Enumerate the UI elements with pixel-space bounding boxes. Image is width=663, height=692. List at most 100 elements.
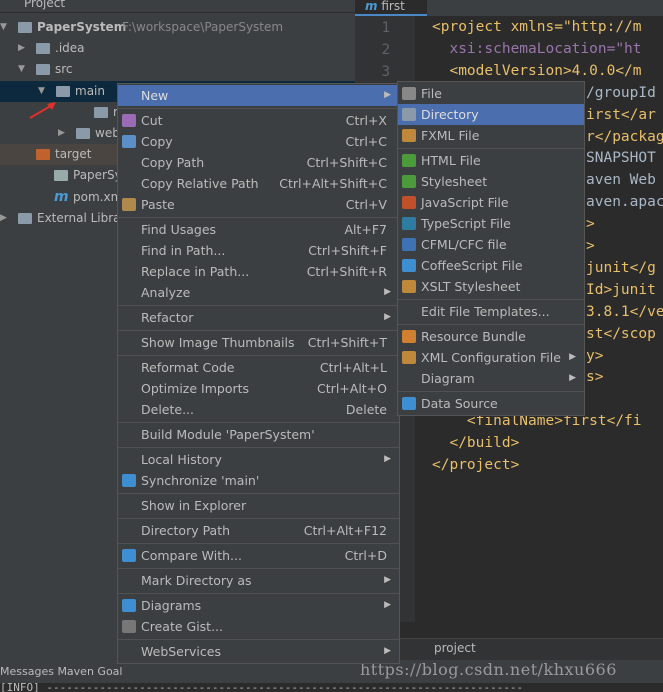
console-output: [INFO] ---------------------------------… bbox=[0, 683, 663, 692]
menu-separator bbox=[118, 492, 399, 494]
code-line: <modelVersion>4.0.0</m bbox=[432, 62, 642, 79]
menu-item-label: Directory Path bbox=[141, 523, 231, 538]
menu-item-copy-relative-path[interactable]: Copy Relative Path Ctrl+Alt+Shift+C bbox=[118, 173, 399, 194]
menu-item-file[interactable]: File bbox=[398, 83, 584, 104]
line-number: 1 bbox=[381, 20, 390, 36]
menu-item-compare-with[interactable]: Compare With... Ctrl+D bbox=[118, 545, 399, 566]
menu-item-show-image-thumbnails[interactable]: Show Image Thumbnails Ctrl+Shift+T bbox=[118, 332, 399, 353]
expand-arrow-icon[interactable]: ▼ bbox=[0, 17, 7, 38]
tree-node-label: External Librar bbox=[37, 210, 126, 225]
menu-item-label: Copy Relative Path bbox=[141, 176, 259, 191]
menu-item-local-history[interactable]: Local History ▶ bbox=[118, 449, 399, 470]
menu-item-resource-bundle[interactable]: Resource Bundle bbox=[398, 326, 584, 347]
expand-arrow-icon[interactable]: ▼ bbox=[38, 81, 45, 102]
menu-item-paste[interactable]: Paste Ctrl+V bbox=[118, 194, 399, 215]
menu-item-edit-file-templates[interactable]: Edit File Templates... bbox=[398, 301, 584, 322]
resources-folder-icon bbox=[94, 106, 108, 118]
menu-item-fxml-file[interactable]: FXML File bbox=[398, 125, 584, 146]
code-line: <project xmlns="http://m bbox=[432, 19, 642, 35]
menu-item-analyze[interactable]: Analyze ▶ bbox=[118, 282, 399, 303]
menu-item-label: Compare With... bbox=[141, 548, 242, 563]
code-line: irst</ar bbox=[586, 106, 656, 123]
breadcrumb-project[interactable]: project bbox=[434, 641, 476, 655]
menu-item-refactor[interactable]: Refactor ▶ bbox=[118, 307, 399, 328]
menu-item-typescript-file[interactable]: TypeScript File bbox=[398, 213, 584, 234]
menu-item-delete[interactable]: Delete... Delete bbox=[118, 399, 399, 420]
menu-item-label: Paste bbox=[141, 197, 175, 212]
tree-node-src[interactable]: ▼ src bbox=[0, 59, 355, 80]
menu-item-html-file[interactable]: HTML File bbox=[398, 150, 584, 171]
expand-arrow-icon[interactable]: ▼ bbox=[18, 59, 25, 80]
xslt-file-icon bbox=[402, 280, 416, 293]
shortcut-label: Ctrl+C bbox=[345, 134, 387, 149]
menu-item-cfml-cfc-file[interactable]: CFML/CFC file bbox=[398, 234, 584, 255]
menu-item-diagram[interactable]: Diagram ▶ bbox=[398, 368, 584, 389]
menu-item-webservices[interactable]: WebServices ▶ bbox=[118, 641, 399, 662]
libraries-icon bbox=[18, 212, 32, 224]
code-line: </project> bbox=[432, 457, 520, 473]
menu-item-show-in-explorer[interactable]: Show in Explorer bbox=[118, 495, 399, 516]
menu-item-coffeescript-file[interactable]: CoffeeScript File bbox=[398, 255, 584, 276]
tree-node-papersystem[interactable]: ▼ PaperSystem F:\workspace\PaperSystem bbox=[0, 17, 355, 38]
menu-separator bbox=[398, 390, 584, 392]
menu-item-mark-directory-as[interactable]: Mark Directory as ▶ bbox=[118, 570, 399, 591]
menu-item-label: Delete... bbox=[141, 402, 194, 417]
menu-item-label: Directory bbox=[421, 107, 479, 122]
menu-item-label: Mark Directory as bbox=[141, 573, 252, 588]
diagram-icon bbox=[122, 599, 136, 612]
menu-item-synchronize-main[interactable]: Synchronize 'main' bbox=[118, 470, 399, 491]
menu-item-label: Build Module 'PaperSystem' bbox=[141, 427, 315, 442]
menu-item-directory[interactable]: Directory bbox=[398, 104, 584, 125]
menu-item-label: Show Image Thumbnails bbox=[141, 335, 295, 350]
menu-item-find-in-path[interactable]: Find in Path... Ctrl+Shift+F bbox=[118, 240, 399, 261]
menu-item-diagrams[interactable]: Diagrams ▶ bbox=[118, 595, 399, 616]
menu-item-new[interactable]: New ▶ bbox=[118, 85, 399, 106]
menu-separator bbox=[398, 298, 584, 300]
menu-item-directory-path[interactable]: Directory Path Ctrl+Alt+F12 bbox=[118, 520, 399, 541]
menu-item-label: JavaScript File bbox=[421, 195, 509, 210]
tree-node--idea[interactable]: ▶ .idea bbox=[0, 38, 355, 59]
menu-item-label: HTML File bbox=[421, 153, 481, 168]
menu-item-copy-path[interactable]: Copy Path Ctrl+Shift+C bbox=[118, 152, 399, 173]
menu-separator bbox=[118, 517, 399, 519]
shortcut-label: Ctrl+Shift+C bbox=[306, 155, 387, 170]
menu-separator bbox=[118, 421, 399, 423]
github-icon bbox=[122, 620, 136, 633]
code-line: y> bbox=[586, 347, 604, 364]
resource-bundle-icon bbox=[402, 330, 416, 343]
chevron-right-icon: ▶ bbox=[384, 287, 391, 297]
menu-item-optimize-imports[interactable]: Optimize Imports Ctrl+Alt+O bbox=[118, 378, 399, 399]
menu-item-cut[interactable]: Cut Ctrl+X bbox=[118, 110, 399, 131]
sync-icon bbox=[122, 474, 136, 487]
tool-window-tabs[interactable]: Messages Maven Goal bbox=[0, 665, 122, 678]
menu-item-find-usages[interactable]: Find Usages Alt+F7 bbox=[118, 219, 399, 240]
menu-item-stylesheet[interactable]: Stylesheet bbox=[398, 171, 584, 192]
chevron-right-icon: ▶ bbox=[384, 312, 391, 322]
menu-item-replace-in-path[interactable]: Replace in Path... Ctrl+Shift+R bbox=[118, 261, 399, 282]
menu-item-create-gist[interactable]: Create Gist... bbox=[118, 616, 399, 637]
menu-item-label: Synchronize 'main' bbox=[141, 473, 260, 488]
code-line: st</scop bbox=[586, 325, 656, 342]
editor-breadcrumb[interactable]: project bbox=[355, 638, 663, 660]
menu-item-xslt-stylesheet[interactable]: XSLT Stylesheet bbox=[398, 276, 584, 297]
menu-item-data-source[interactable]: Data Source bbox=[398, 393, 584, 414]
menu-item-xml-configuration-file[interactable]: XML Configuration File ▶ bbox=[398, 347, 584, 368]
menu-item-label: FXML File bbox=[421, 128, 480, 143]
menu-item-reformat-code[interactable]: Reformat Code Ctrl+Alt+L bbox=[118, 357, 399, 378]
collapse-arrow-icon[interactable]: ▶ bbox=[58, 123, 65, 144]
menu-item-label: Copy bbox=[141, 134, 173, 149]
project-panel-header[interactable]: Project bbox=[0, 0, 355, 13]
menu-item-label: CoffeeScript File bbox=[421, 258, 523, 273]
excluded-folder-icon bbox=[36, 149, 50, 161]
cf-file-icon bbox=[402, 238, 416, 251]
collapse-arrow-icon[interactable]: ▶ bbox=[18, 38, 25, 59]
collapse-arrow-icon[interactable]: ▶ bbox=[0, 208, 7, 229]
shortcut-label: Ctrl+Alt+L bbox=[319, 360, 387, 375]
menu-item-build-module-papersystem[interactable]: Build Module 'PaperSystem' bbox=[118, 424, 399, 445]
menu-item-javascript-file[interactable]: JavaScript File bbox=[398, 192, 584, 213]
editor-tab-first[interactable]: m first bbox=[355, 0, 427, 16]
menu-item-label: Resource Bundle bbox=[421, 329, 526, 344]
chevron-right-icon: ▶ bbox=[384, 600, 391, 610]
menu-item-copy[interactable]: Copy Ctrl+C bbox=[118, 131, 399, 152]
menu-separator bbox=[118, 107, 399, 109]
